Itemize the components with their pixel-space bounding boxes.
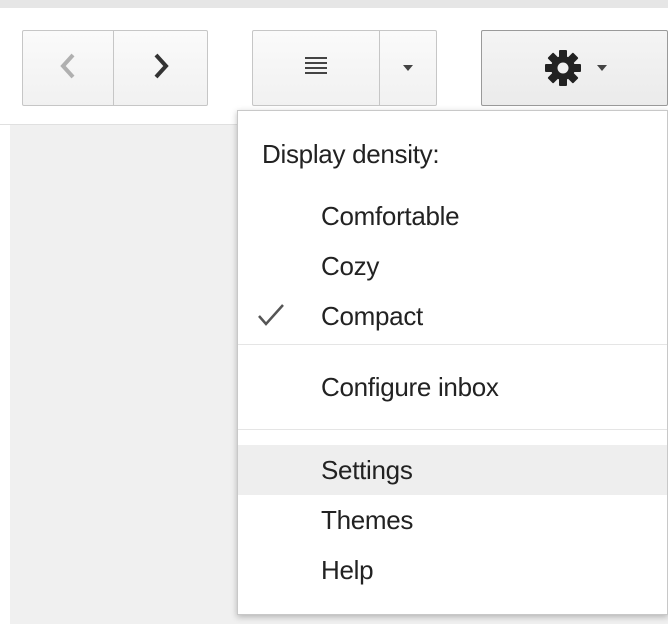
menu-divider	[238, 344, 667, 345]
gear-icon	[543, 48, 583, 88]
newer-button[interactable]	[113, 30, 208, 106]
menu-item-label: Cozy	[321, 250, 380, 281]
menu-item-settings[interactable]: Settings	[238, 445, 667, 495]
menu-item-comfortable[interactable]: Comfortable	[238, 191, 667, 241]
checkmark-icon	[256, 301, 286, 336]
display-density-heading: Display density:	[262, 139, 440, 169]
menu-item-configure-inbox[interactable]: Configure inbox	[238, 362, 667, 412]
top-strip	[0, 0, 668, 8]
menu-item-label: Help	[321, 554, 374, 585]
menu-item-label: Compact	[321, 300, 423, 331]
density-dropdown-button[interactable]	[379, 30, 437, 106]
menu-item-label: Comfortable	[321, 200, 460, 231]
older-button[interactable]	[22, 30, 114, 106]
menu-item-themes[interactable]: Themes	[238, 495, 667, 545]
menu-item-compact[interactable]: Compact	[238, 291, 667, 341]
menu-item-label: Settings	[321, 454, 413, 485]
caret-down-icon	[403, 65, 413, 71]
menu-divider	[238, 429, 667, 430]
menu-item-help[interactable]: Help	[238, 545, 667, 595]
settings-menu: Display density: Comfortable Cozy Compac…	[237, 110, 668, 615]
menu-item-cozy[interactable]: Cozy	[238, 241, 667, 291]
density-lines-icon	[303, 55, 329, 82]
settings-gear-button[interactable]	[481, 30, 668, 106]
menu-item-label: Configure inbox	[321, 371, 499, 402]
menu-item-label: Themes	[321, 504, 414, 535]
caret-down-icon	[596, 65, 607, 71]
chevron-left-icon	[57, 51, 79, 86]
density-button[interactable]	[252, 30, 380, 106]
page: Display density: Comfortable Cozy Compac…	[0, 0, 668, 624]
chevron-right-icon	[150, 51, 172, 86]
